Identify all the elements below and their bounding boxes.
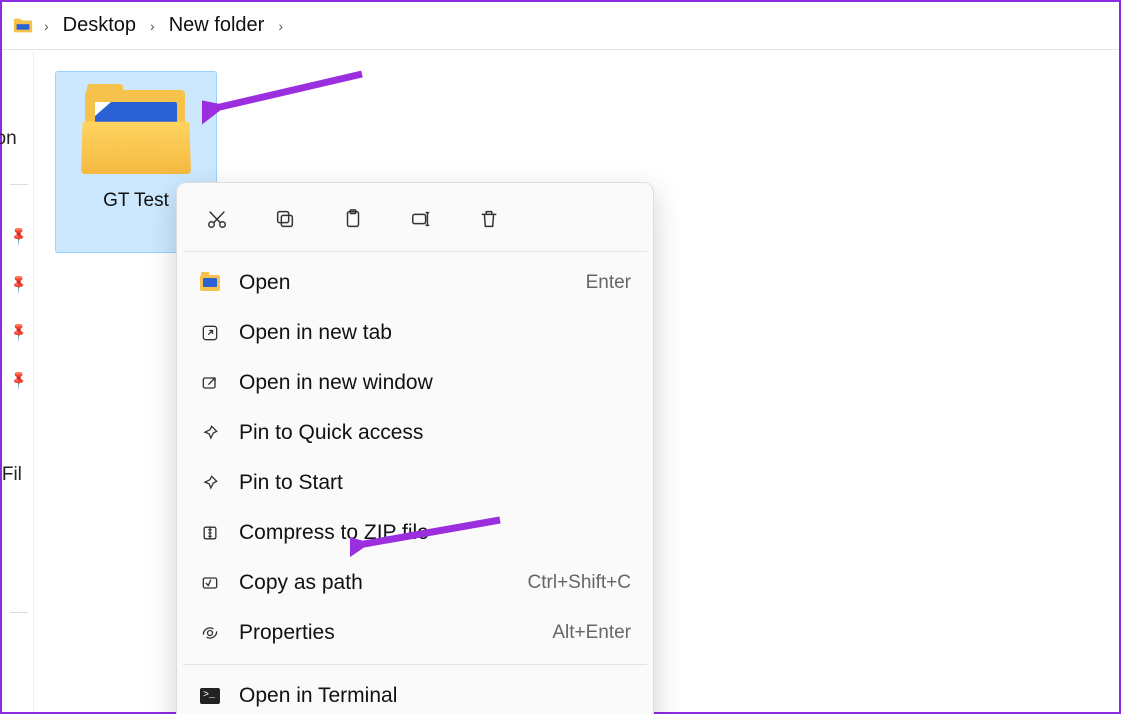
paste-icon [342, 208, 364, 230]
divider [10, 184, 28, 185]
pin-icon [199, 472, 221, 494]
menu-label: Pin to Quick access [239, 421, 631, 445]
folder-icon [12, 15, 34, 37]
chevron-right-icon: › [40, 18, 53, 34]
cut-icon [206, 208, 228, 230]
cut-button[interactable] [197, 201, 237, 237]
menu-pin-quick-access[interactable]: Pin to Quick access [177, 408, 653, 458]
menu-open-terminal[interactable]: Open in Terminal [177, 671, 653, 714]
sidebar-item-fragment: e Fil [0, 464, 22, 486]
pin-icon: 📌 [8, 369, 31, 392]
menu-open-new-tab[interactable]: Open in new tab [177, 308, 653, 358]
pin-icon: 📌 [8, 273, 31, 296]
menu-accelerator: Alt+Enter [552, 622, 631, 644]
divider [183, 664, 647, 665]
menu-label: Open in new tab [239, 321, 631, 345]
open-new-tab-icon [199, 322, 221, 344]
menu-pin-start[interactable]: Pin to Start [177, 458, 653, 508]
divider [183, 251, 647, 252]
zip-icon [199, 522, 221, 544]
context-menu: Open Enter Open in new tab Open in new w… [176, 182, 654, 714]
divider [10, 612, 28, 613]
copy-button[interactable] [265, 201, 305, 237]
chevron-right-icon: › [274, 18, 287, 34]
terminal-icon [199, 685, 221, 707]
open-new-window-icon [199, 372, 221, 394]
menu-open-new-window[interactable]: Open in new window [177, 358, 653, 408]
menu-label: Open in new window [239, 371, 631, 395]
breadcrumb-desktop[interactable]: Desktop [59, 12, 140, 39]
rename-icon [410, 208, 432, 230]
copy-path-icon [199, 572, 221, 594]
window-frame: › Desktop › New folder › son 📌 📌 📌 📌 e F… [0, 0, 1121, 714]
content-pane[interactable]: GT Test [36, 52, 1119, 712]
chevron-right-icon: › [146, 18, 159, 34]
delete-button[interactable] [469, 201, 509, 237]
menu-label: Compress to ZIP file [239, 521, 631, 545]
pin-icon: 📌 [8, 225, 31, 248]
menu-properties[interactable]: Properties Alt+Enter [177, 608, 653, 658]
menu-label: Open [239, 271, 568, 295]
sidebar-item-fragment: son [0, 128, 17, 150]
folder-icon [199, 272, 221, 294]
trash-icon [478, 208, 500, 230]
menu-label: Copy as path [239, 571, 510, 595]
properties-icon [199, 622, 221, 644]
menu-label: Open in Terminal [239, 684, 631, 708]
menu-accelerator: Ctrl+Shift+C [528, 572, 631, 594]
menu-label: Properties [239, 621, 534, 645]
menu-open[interactable]: Open Enter [177, 258, 653, 308]
pin-icon [199, 422, 221, 444]
paste-button[interactable] [333, 201, 373, 237]
context-toolbar [177, 193, 653, 251]
breadcrumb-new-folder[interactable]: New folder [165, 12, 269, 39]
menu-compress-zip[interactable]: Compress to ZIP file [177, 508, 653, 558]
folder-item-label: GT Test [103, 190, 169, 212]
menu-copy-as-path[interactable]: Copy as path Ctrl+Shift+C [177, 558, 653, 608]
folder-icon [81, 84, 191, 174]
menu-label: Pin to Start [239, 471, 631, 495]
nav-sidebar: son 📌 📌 📌 📌 e Fil [2, 52, 34, 712]
menu-accelerator: Enter [586, 272, 631, 294]
breadcrumb-bar[interactable]: › Desktop › New folder › [2, 2, 1119, 50]
copy-icon [274, 208, 296, 230]
rename-button[interactable] [401, 201, 441, 237]
pin-icon: 📌 [8, 321, 31, 344]
